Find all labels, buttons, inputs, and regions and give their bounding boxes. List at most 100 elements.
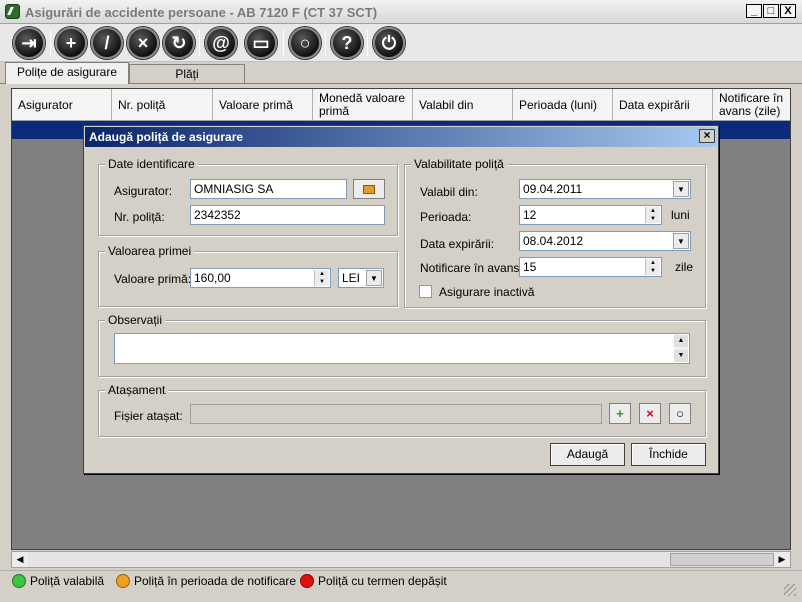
notes-textarea[interactable]: ▲ ▼: [114, 333, 690, 364]
currency-select[interactable]: LEI ▼: [338, 268, 384, 288]
expiry-label: Data expirării:: [420, 237, 495, 251]
scroll-right-icon[interactable]: ▶: [774, 552, 790, 567]
toolbar-separator: [283, 30, 284, 56]
valid-from-label: Valabil din:: [420, 185, 478, 199]
scroll-up-icon[interactable]: ▲: [674, 335, 688, 347]
add-icon: +: [65, 32, 77, 53]
view-file-button[interactable]: ○: [669, 403, 691, 424]
print-button[interactable]: ▭: [245, 27, 277, 59]
edit-button[interactable]: /: [91, 27, 123, 59]
remove-file-button[interactable]: ×: [639, 403, 661, 424]
premium-value-field[interactable]: 160,00 ▲ ▼: [190, 268, 331, 288]
window-title: Asigurări de accidente persoane - AB 712…: [25, 5, 378, 20]
period-field[interactable]: 12 ▲ ▼: [519, 205, 662, 225]
delete-button[interactable]: ×: [127, 27, 159, 59]
dialog-close-button[interactable]: ×: [699, 129, 715, 143]
window-titlebar: Asigurări de accidente persoane - AB 712…: [0, 0, 802, 24]
tab-payments[interactable]: Plăți: [129, 64, 245, 84]
magnifier-icon: ○: [676, 406, 684, 421]
legend-expired: Poliță cu termen depășit: [300, 574, 447, 588]
group-legend: Observații: [105, 313, 166, 327]
help-icon: ?: [341, 32, 353, 53]
scroll-thumb[interactable]: [670, 553, 774, 566]
period-spinner[interactable]: ▲ ▼: [645, 207, 660, 223]
spin-down-icon[interactable]: ▼: [646, 267, 660, 275]
search-button[interactable]: ○: [289, 27, 321, 59]
policy-number-label: Nr. poliță:: [114, 210, 165, 224]
add-button[interactable]: +: [55, 27, 87, 59]
notes-scrollbar[interactable]: ▲ ▼: [674, 335, 688, 362]
premium-value: 160,00: [194, 271, 231, 285]
spin-up-icon[interactable]: ▲: [646, 207, 660, 215]
folder-icon: [363, 184, 375, 194]
column-header[interactable]: Valoare primă: [213, 89, 313, 121]
expiry-field[interactable]: 08.04.2012 ▼: [519, 231, 691, 251]
group-legend: Valabilitate poliță: [411, 157, 507, 171]
period-label: Perioada:: [420, 210, 472, 224]
email-button[interactable]: @: [205, 27, 237, 59]
status-bar: Poliță valabilă Poliță în perioada de no…: [0, 570, 802, 602]
app-icon: [5, 4, 20, 19]
chevron-down-icon[interactable]: ▼: [673, 233, 689, 249]
close-button[interactable]: X: [780, 4, 796, 18]
notify-field[interactable]: 15 ▲ ▼: [519, 257, 662, 277]
refresh-button[interactable]: ↻: [163, 27, 195, 59]
attached-file-field: [190, 404, 602, 424]
spin-down-icon[interactable]: ▼: [315, 278, 329, 286]
notify-value: 15: [523, 260, 537, 274]
spin-up-icon[interactable]: ▲: [315, 270, 329, 278]
column-header[interactable]: Notificare în avans (zile): [713, 89, 790, 121]
premium-spinner[interactable]: ▲ ▼: [314, 270, 329, 286]
column-header[interactable]: Data expirării: [613, 89, 713, 121]
add-policy-dialog: Adaugă poliță de asigurare × Date identi…: [83, 125, 719, 474]
spin-up-icon[interactable]: ▲: [646, 259, 660, 267]
column-header[interactable]: Perioada (luni): [513, 89, 613, 121]
group-legend: Atașament: [105, 383, 169, 397]
power-button[interactable]: ⏻: [373, 27, 405, 59]
scroll-down-icon[interactable]: ▼: [674, 350, 688, 362]
notify-label: Notificare în avans:: [420, 261, 523, 275]
valid-from-field[interactable]: 09.04.2011 ▼: [519, 179, 691, 199]
attach-file-button[interactable]: +: [609, 403, 631, 424]
chevron-down-icon[interactable]: ▼: [366, 270, 382, 286]
grid-header: Asigurator Nr. poliță Valoare primă Mone…: [12, 89, 790, 121]
insurer-field[interactable]: OMNIASIG SA: [190, 179, 347, 199]
group-legend: Valoarea primei: [105, 244, 195, 258]
tab-policies[interactable]: Polițe de asigurare: [5, 62, 129, 84]
print-icon: ▭: [252, 32, 270, 53]
spin-down-icon[interactable]: ▼: [646, 215, 660, 223]
policy-number-field[interactable]: 2342352: [190, 205, 385, 225]
notify-unit: zile: [675, 260, 694, 274]
inactive-checkbox[interactable]: [419, 285, 432, 298]
green-dot-icon: [12, 574, 26, 588]
grid-horizontal-scrollbar[interactable]: ◀ ▶: [11, 551, 791, 568]
window-controls: _ □ X: [746, 4, 796, 18]
chevron-down-icon[interactable]: ▼: [673, 181, 689, 197]
column-header[interactable]: Valabil din: [413, 89, 513, 121]
email-icon: @: [212, 32, 230, 53]
insurer-label: Asigurator:: [114, 184, 173, 198]
exit-button[interactable]: ⇥: [13, 27, 45, 59]
currency-value: LEI: [342, 271, 361, 285]
power-icon: ⏻: [381, 32, 397, 53]
column-header[interactable]: Monedă valoare primă: [313, 89, 413, 121]
minimize-button[interactable]: _: [746, 4, 762, 18]
close-dialog-button[interactable]: Închide: [631, 443, 706, 466]
toolbar-separator: [325, 30, 326, 56]
legend-label: Poliță valabilă: [30, 574, 105, 588]
scroll-left-icon[interactable]: ◀: [12, 552, 28, 567]
column-header[interactable]: Nr. poliță: [112, 89, 213, 121]
add-button[interactable]: Adaugă: [550, 443, 625, 466]
group-legend: Date identificare: [105, 157, 198, 171]
maximize-button[interactable]: □: [763, 4, 779, 18]
toolbar-separator: [199, 30, 200, 56]
notify-spinner[interactable]: ▲ ▼: [645, 259, 660, 275]
help-button[interactable]: ?: [331, 27, 363, 59]
column-header[interactable]: Asigurator: [12, 89, 112, 121]
insurer-lookup-button[interactable]: [353, 179, 385, 199]
delete-file-icon: ×: [646, 406, 654, 421]
search-icon: ○: [299, 32, 311, 53]
resize-grip-icon[interactable]: [784, 584, 796, 596]
valid-from-value: 09.04.2011: [523, 182, 583, 196]
toolbar: ⇥ + / × ↻ @ ▭ ○ ? ⏻: [0, 24, 802, 62]
